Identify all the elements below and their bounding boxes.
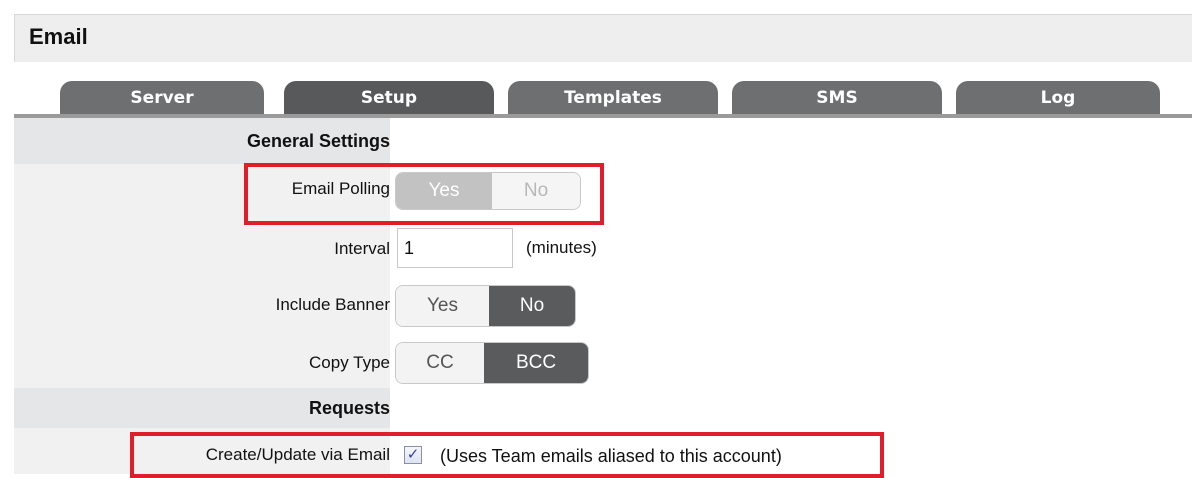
interval-unit: (minutes) xyxy=(526,238,597,257)
tab-sms[interactable]: SMS xyxy=(732,81,942,115)
include-banner-toggle[interactable]: Yes No xyxy=(395,285,576,327)
tab-log[interactable]: Log xyxy=(956,81,1160,115)
page-title: Email xyxy=(29,24,88,49)
section-heading-requests: Requests xyxy=(14,388,390,428)
section-heading-general-settings: General Settings xyxy=(14,118,390,164)
copy-type-label: Copy Type xyxy=(309,353,390,372)
tab-templates[interactable]: Templates xyxy=(508,81,718,115)
tab-setup[interactable]: Setup xyxy=(284,81,494,115)
include-banner-label: Include Banner xyxy=(275,295,390,314)
create-update-highlight xyxy=(130,432,884,478)
interval-input[interactable]: 1 xyxy=(397,228,513,268)
page-header: Email xyxy=(14,14,1192,63)
copy-type-bcc[interactable]: BCC xyxy=(484,343,588,383)
include-banner-no[interactable]: No xyxy=(489,286,575,326)
tab-server[interactable]: Server xyxy=(60,81,264,115)
copy-type-toggle[interactable]: CC BCC xyxy=(395,342,589,384)
copy-type-cc[interactable]: CC xyxy=(396,343,484,383)
email-polling-highlight xyxy=(244,163,604,225)
interval-label: Interval xyxy=(334,239,390,258)
include-banner-yes[interactable]: Yes xyxy=(396,286,489,326)
